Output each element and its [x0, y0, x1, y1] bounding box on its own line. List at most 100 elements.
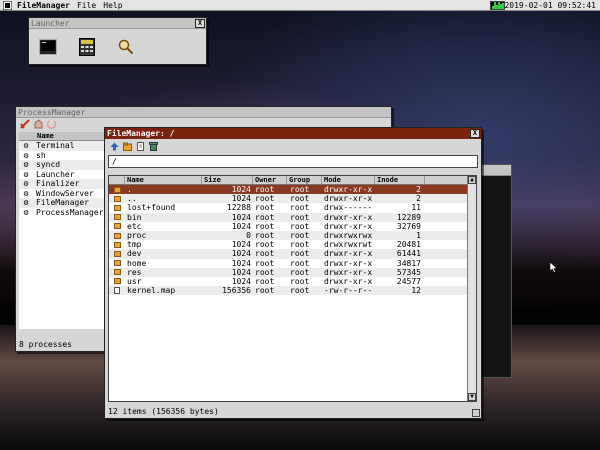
file-name: proc [127, 231, 147, 241]
menu-help[interactable]: Help [103, 1, 122, 10]
process-manager-status: 8 processes [19, 340, 72, 349]
launcher-titlebar[interactable]: Launcher X [29, 18, 206, 29]
file-owner: root [255, 249, 275, 259]
folder-icon [113, 195, 121, 202]
file-owner: root [255, 203, 275, 213]
file-owner: root [255, 231, 275, 241]
mouse-cursor-icon [549, 261, 558, 275]
file-group: root [290, 231, 310, 241]
file-inode: 1 [416, 231, 421, 241]
file-row[interactable]: . 1024 root root drwxr-xr-x 2 [109, 185, 476, 195]
process-name: WindowServer [36, 188, 94, 198]
file-manager-close-button[interactable]: X [470, 129, 480, 138]
folder-icon [113, 232, 121, 239]
go-up-icon[interactable] [110, 142, 119, 151]
file-size: 12288 [226, 203, 251, 213]
file-group: root [290, 212, 310, 222]
file-row[interactable]: lost+found 12288 root root drwx------ 11 [109, 203, 476, 212]
process-name: Launcher [36, 169, 75, 179]
file-mode: drwxr-xr-x [324, 221, 373, 231]
launcher-title: Launcher [31, 18, 70, 28]
column-owner[interactable]: Owner [253, 176, 287, 184]
file-mode: drwxrwxrwx [324, 231, 373, 241]
folder-icon [113, 269, 121, 276]
file-row[interactable]: kernel.map 156356 root root -rw-r--r-- 12 [109, 286, 476, 296]
kill-process-icon[interactable] [20, 118, 30, 131]
file-name: etc [127, 221, 142, 231]
terminal-icon[interactable] [38, 37, 58, 57]
file-rows: . 1024 root root drwxr-xr-x 2.. 1024 root root dr… [109, 185, 476, 296]
menu-file[interactable]: File [77, 1, 96, 10]
file-owner: root [255, 276, 275, 286]
file-name: dev [127, 249, 142, 259]
vertical-scrollbar[interactable]: ▲ ▼ [467, 176, 476, 401]
file-group: root [290, 249, 310, 259]
file-owner: root [255, 185, 275, 195]
search-icon[interactable] [116, 37, 136, 57]
file-mode: drwxr-xr-x [324, 212, 373, 222]
file-mode: drwxr-xr-x [324, 185, 373, 195]
column-group[interactable]: Group [287, 176, 322, 184]
background-window-titlebar[interactable] [481, 165, 511, 176]
file-manager-title: FileManager: / [107, 129, 175, 138]
file-group: root [290, 240, 310, 250]
file-row[interactable]: dev 1024 root root drwxr-xr-x 61441 [109, 249, 476, 259]
file-row[interactable]: usr 1024 root root drwxr-xr-x 24577 [109, 277, 476, 286]
delete-icon[interactable] [149, 141, 158, 151]
gear-icon: ⚙ [23, 169, 29, 179]
process-name: ProcessManager [36, 207, 104, 217]
gear-icon: ⚙ [23, 179, 29, 189]
column-name[interactable]: Name [125, 176, 202, 184]
file-row[interactable]: etc 1024 root root drwxr-xr-x 32769 [109, 222, 476, 231]
stop-process-icon[interactable] [34, 118, 43, 131]
new-file-icon[interactable] [136, 141, 145, 151]
column-mode[interactable]: Mode [322, 176, 375, 184]
cpu-graph [490, 1, 505, 10]
file-row[interactable]: .. 1024 root root drwxr-xr-x 2 [109, 194, 476, 204]
file-group: root [290, 276, 310, 286]
menubar-app-name[interactable]: FileManager [17, 1, 70, 10]
scroll-down-button[interactable]: ▼ [468, 393, 476, 401]
gear-icon: ⚙ [23, 141, 29, 151]
new-folder-icon[interactable] [123, 142, 132, 151]
file-size: 1024 [231, 240, 251, 250]
file-row[interactable]: proc 0 root root drwxrwxrwx 1 [109, 230, 476, 241]
column-icon[interactable] [109, 176, 125, 184]
file-inode: 11 [411, 203, 421, 213]
column-size[interactable]: Size [202, 176, 253, 184]
file-table-header: Name Size Owner Group Mode Inode [109, 176, 476, 185]
calculator-icon[interactable] [77, 37, 97, 57]
file-manager-titlebar[interactable]: FileManager: / X [105, 128, 481, 139]
file-row[interactable]: home 1024 root root drwxr-xr-x 34817 [109, 259, 476, 268]
file-name: tmp [127, 240, 142, 250]
column-inode[interactable]: Inode [375, 176, 425, 184]
file-icon [114, 287, 120, 295]
process-manager-titlebar[interactable]: ProcessManager [16, 107, 391, 118]
background-window[interactable] [480, 164, 512, 378]
file-row[interactable]: tmp 1024 root root drwxrwxrwt 20481 [109, 240, 476, 249]
file-name: lost+found [127, 203, 176, 213]
resize-grip[interactable] [472, 409, 480, 417]
file-owner: root [255, 212, 275, 222]
system-logo-icon[interactable] [2, 0, 13, 11]
file-size: 1024 [231, 185, 251, 195]
folder-icon [113, 186, 121, 193]
file-mode: drwxr-xr-x [324, 267, 373, 277]
folder-icon [113, 278, 121, 285]
scroll-up-button[interactable]: ▲ [468, 176, 476, 184]
folder-icon [113, 204, 121, 211]
process-name: FileManager [36, 198, 89, 208]
file-size: 156356 [222, 286, 251, 296]
file-row[interactable]: res 1024 root root drwxr-xr-x 57345 [109, 267, 476, 277]
continue-process-icon[interactable] [46, 119, 57, 131]
file-inode: 20481 [396, 240, 421, 250]
file-mode: drwxr-xr-x [324, 249, 373, 259]
file-mode: drwxr-xr-x [324, 194, 373, 204]
folder-icon [113, 241, 121, 248]
launcher-close-button[interactable]: X [195, 18, 205, 28]
file-row[interactable]: bin 1024 root root drwxr-xr-x 12289 [109, 212, 476, 222]
location-input[interactable]: / [108, 155, 478, 168]
file-mode: drwx------ [324, 203, 373, 213]
menubar: FileManager File Help 2019-02-01 09:52:4… [0, 0, 600, 11]
file-size: 1024 [231, 258, 251, 268]
